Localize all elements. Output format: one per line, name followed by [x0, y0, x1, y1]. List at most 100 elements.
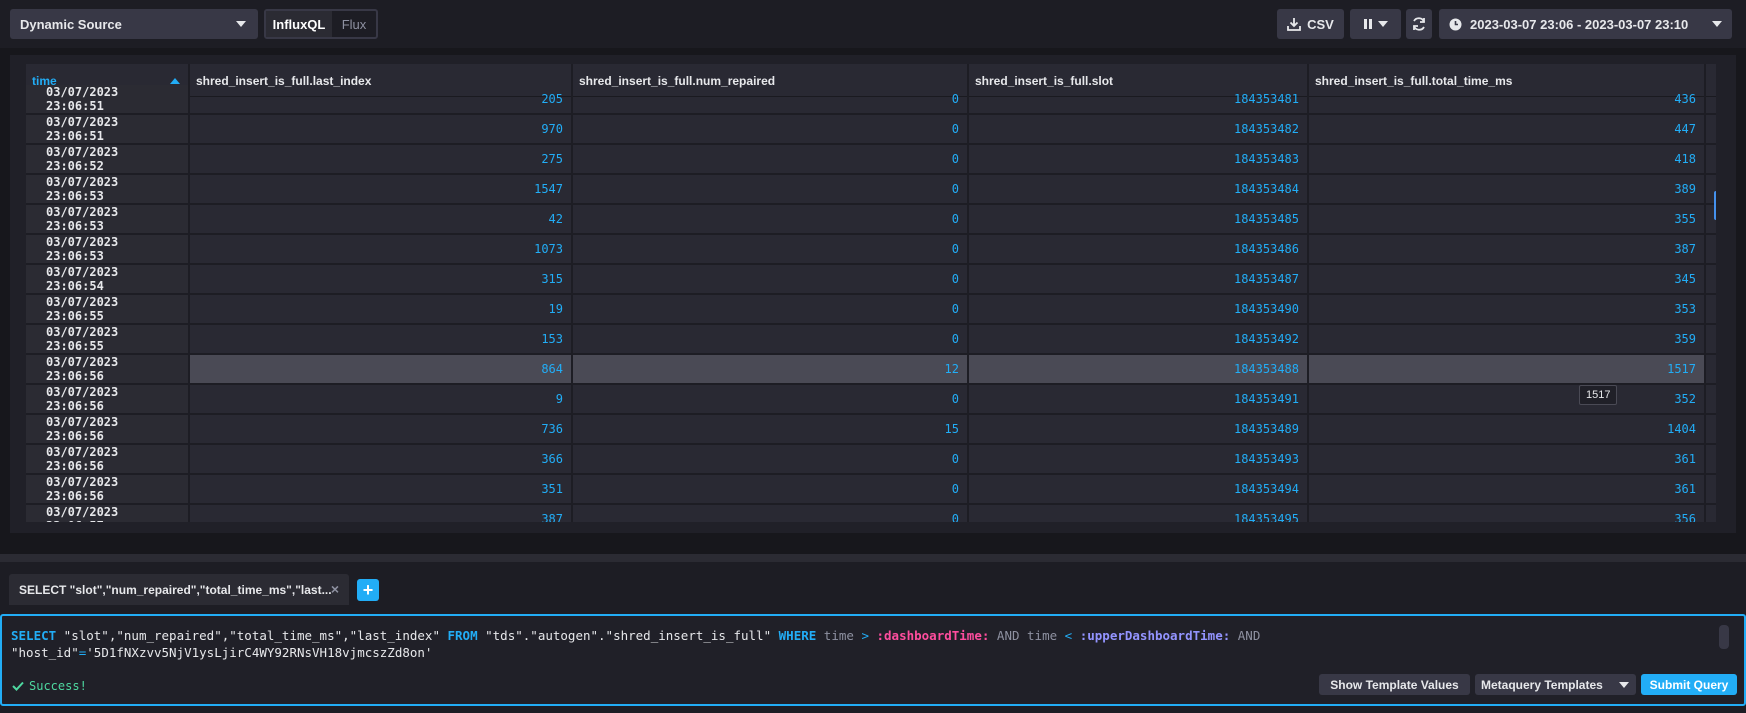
query-text[interactable]: SELECT "slot","num_repaired","total_time… [11, 627, 1260, 661]
time-cell[interactable]: 03/07/2023 23:06:55 [26, 325, 190, 353]
time-cell[interactable]: 03/07/2023 23:06:56 [26, 385, 190, 413]
value-cell[interactable]: 351 [190, 475, 573, 503]
table-row[interactable]: 03/07/2023 23:06:53 42 0 184353485 355 [26, 205, 1716, 235]
value-cell[interactable]: 184353491 [969, 385, 1309, 413]
value-cell[interactable]: 0 [573, 385, 969, 413]
value-cell[interactable]: 1547 [190, 175, 573, 203]
csv-download-button[interactable]: CSV [1277, 9, 1344, 39]
value-cell[interactable]: 315 [190, 265, 573, 293]
time-cell[interactable]: 03/07/2023 23:06:54 [26, 265, 190, 293]
table-row[interactable]: 03/07/2023 23:06:56 736 15 184353489 1404 [26, 415, 1716, 445]
value-cell[interactable]: 0 [573, 505, 969, 522]
refresh-button[interactable] [1406, 9, 1432, 39]
table-row[interactable]: 03/07/2023 23:06:56 864 12 184353488 1517 [26, 355, 1716, 385]
value-cell[interactable]: 0 [573, 475, 969, 503]
time-cell[interactable]: 03/07/2023 23:06:51 [26, 115, 190, 143]
table-row[interactable]: 03/07/2023 23:06:52 275 0 184353483 418 [26, 145, 1716, 175]
value-cell[interactable]: 184353489 [969, 415, 1309, 443]
editor-scrollbar[interactable] [1719, 625, 1729, 649]
value-cell[interactable]: 42 [190, 205, 573, 233]
autorefresh-dropdown[interactable] [1350, 9, 1401, 39]
value-cell[interactable]: 153 [190, 325, 573, 353]
value-cell[interactable]: 184353488 [969, 355, 1309, 383]
value-cell[interactable]: 184353487 [969, 265, 1309, 293]
table-row[interactable]: 03/07/2023 23:06:56 366 0 184353493 361 [26, 445, 1716, 475]
value-cell[interactable]: 184353495 [969, 505, 1309, 522]
value-cell[interactable]: 0 [573, 205, 969, 233]
value-cell[interactable]: 387 [190, 505, 573, 522]
value-cell[interactable]: 0 [573, 445, 969, 473]
time-cell[interactable]: 03/07/2023 23:06:56 [26, 475, 190, 503]
time-cell[interactable]: 03/07/2023 23:06:53 [26, 175, 190, 203]
value-cell[interactable]: 184353482 [969, 115, 1309, 143]
source-dropdown[interactable]: Dynamic Source [10, 9, 258, 39]
table-scrollbar[interactable] [1714, 191, 1716, 220]
query-editor[interactable]: SELECT "slot","num_repaired","total_time… [0, 614, 1746, 706]
value-cell[interactable]: 0 [573, 295, 969, 323]
submit-query-button[interactable]: Submit Query [1641, 674, 1737, 695]
value-cell[interactable]: 1073 [190, 235, 573, 263]
value-cell[interactable]: 389 [1309, 175, 1706, 203]
value-cell[interactable]: 0 [573, 175, 969, 203]
table-row[interactable]: 03/07/2023 23:06:55 19 0 184353490 353 [26, 295, 1716, 325]
metaquery-templates-dropdown[interactable]: Metaquery Templates [1475, 674, 1636, 695]
time-cell[interactable]: 03/07/2023 23:06:55 [26, 295, 190, 323]
value-cell[interactable]: 15 [573, 415, 969, 443]
time-cell[interactable]: 03/07/2023 23:06:56 [26, 355, 190, 383]
value-cell[interactable]: 353 [1309, 295, 1706, 323]
value-cell[interactable]: 356 [1309, 505, 1706, 522]
time-cell[interactable]: 03/07/2023 23:06:53 [26, 235, 190, 263]
value-cell[interactable]: 864 [190, 355, 573, 383]
time-cell[interactable]: 03/07/2023 23:06:52 [26, 145, 190, 173]
table-row[interactable]: 03/07/2023 23:06:573870184353495356 [26, 505, 1716, 522]
value-cell[interactable]: 184353481 [969, 85, 1309, 113]
value-cell[interactable]: 970 [190, 115, 573, 143]
value-cell[interactable]: 352 [1309, 385, 1706, 413]
time-range-dropdown[interactable]: 2023-03-07 23:06 - 2023-03-07 23:10 [1439, 9, 1732, 39]
show-template-values-button[interactable]: Show Template Values [1319, 674, 1470, 695]
time-cell[interactable]: 03/07/2023 23:06:56 [26, 445, 190, 473]
value-cell[interactable]: 447 [1309, 115, 1706, 143]
table-row[interactable]: 03/07/2023 23:06:51 205 0 184353481 436 [26, 85, 1716, 115]
influxql-tab[interactable]: InfluxQL [266, 11, 332, 37]
value-cell[interactable]: 0 [573, 145, 969, 173]
time-cell[interactable]: 03/07/2023 23:06:56 [26, 415, 190, 443]
value-cell[interactable]: 184353492 [969, 325, 1309, 353]
table-row[interactable]: 03/07/2023 23:06:53 1547 0 184353484 389 [26, 175, 1716, 205]
value-cell[interactable]: 184353484 [969, 175, 1309, 203]
table-row[interactable]: 03/07/2023 23:06:55 153 0 184353492 359 [26, 325, 1716, 355]
value-cell[interactable]: 736 [190, 415, 573, 443]
value-cell[interactable]: 418 [1309, 145, 1706, 173]
value-cell[interactable]: 0 [573, 235, 969, 263]
table-row[interactable]: 03/07/2023 23:06:54 315 0 184353487 345 [26, 265, 1716, 295]
value-cell[interactable]: 184353485 [969, 205, 1309, 233]
table-row[interactable]: 03/07/2023 23:06:51 970 0 184353482 447 [26, 115, 1716, 145]
table-row[interactable]: 03/07/2023 23:06:56 9 0 184353491 352 [26, 385, 1716, 415]
panel-resize-handle[interactable] [0, 554, 1746, 562]
value-cell[interactable]: 184353483 [969, 145, 1309, 173]
value-cell[interactable]: 12 [573, 355, 969, 383]
value-cell[interactable]: 361 [1309, 475, 1706, 503]
value-cell[interactable]: 366 [190, 445, 573, 473]
value-cell[interactable]: 0 [573, 265, 969, 293]
value-cell[interactable]: 0 [573, 85, 969, 113]
value-cell[interactable]: 205 [190, 85, 573, 113]
time-cell[interactable]: 03/07/2023 23:06:51 [26, 85, 190, 113]
value-cell[interactable]: 19 [190, 295, 573, 323]
table-row[interactable]: 03/07/2023 23:06:53 1073 0 184353486 387 [26, 235, 1716, 265]
value-cell[interactable]: 0 [573, 115, 969, 143]
value-cell[interactable]: 345 [1309, 265, 1706, 293]
value-cell[interactable]: 359 [1309, 325, 1706, 353]
close-icon[interactable]: × [331, 581, 339, 597]
flux-tab[interactable]: Flux [332, 11, 376, 37]
value-cell[interactable]: 184353490 [969, 295, 1309, 323]
value-cell[interactable]: 184353486 [969, 235, 1309, 263]
value-cell[interactable]: 184353494 [969, 475, 1309, 503]
value-cell[interactable]: 0 [573, 325, 969, 353]
value-cell[interactable]: 184353493 [969, 445, 1309, 473]
value-cell[interactable]: 355 [1309, 205, 1706, 233]
results-table[interactable]: time shred_insert_is_full.last_index shr… [26, 64, 1716, 522]
value-cell[interactable]: 436 [1309, 85, 1706, 113]
time-cell[interactable]: 03/07/2023 23:06:57 [26, 505, 190, 522]
value-cell[interactable]: 1517 [1309, 355, 1706, 383]
